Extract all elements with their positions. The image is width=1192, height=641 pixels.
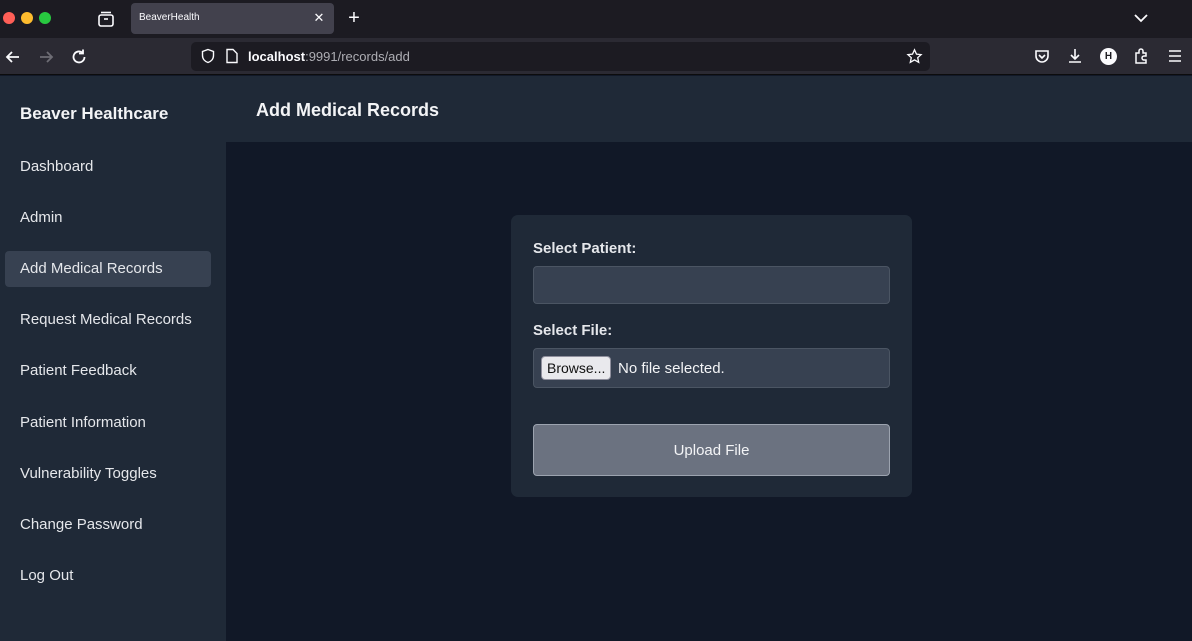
sidebar-item-label: Log Out [20,567,74,584]
sidebar-item-label: Add Medical Records [20,260,163,277]
sidebar-item-label: Patient Information [20,414,146,431]
page-title: Add Medical Records [256,100,440,120]
shield-icon[interactable] [200,48,216,64]
sidebar-item-admin[interactable]: Admin [5,200,211,236]
browser-tab[interactable]: BeaverHealth ✕ [131,3,334,34]
browse-button[interactable]: Browse... [541,356,612,380]
sidebar-item-vulnerability-toggles[interactable]: Vulnerability Toggles [5,456,211,492]
sidebar-item-label: Vulnerability Toggles [20,465,157,482]
browser-nav-bar: localhost:9991/records/add H [0,38,1192,75]
close-tab-icon[interactable]: ✕ [310,9,328,27]
chevron-down-icon[interactable] [1132,9,1150,27]
sidebar-item-label: Change Password [20,516,143,533]
sidebar-item-change-password[interactable]: Change Password [5,507,211,543]
url-text: localhost:9991/records/add [248,49,410,64]
tab-groups-icon[interactable] [96,9,116,29]
upload-button-label: Upload File [673,442,750,459]
page-info-icon[interactable] [225,48,239,64]
sidebar-item-request-medical-records[interactable]: Request Medical Records [5,302,211,338]
sidebar: Beaver Healthcare Dashboard Admin Add Me… [0,76,226,641]
brand-title: Beaver Healthcare [20,104,169,123]
upload-form-card: Select Patient: Select File: Browse... N… [511,215,912,497]
browser-tab-strip: BeaverHealth ✕ + [0,0,1192,38]
bookmark-star-icon[interactable] [906,48,923,65]
select-patient-label: Select Patient: [533,240,637,257]
file-status-text: No file selected. [618,360,725,377]
minimize-window-button[interactable] [21,12,33,24]
sidebar-item-label: Admin [20,209,63,226]
page-header: Add Medical Records [226,76,1192,142]
sidebar-item-add-medical-records[interactable]: Add Medical Records [5,251,211,287]
extensions-puzzle-icon[interactable] [1132,46,1152,66]
forward-arrow-icon[interactable] [35,46,57,68]
url-path: :9991/records/add [305,49,410,64]
sidebar-item-label: Request Medical Records [20,311,192,328]
sidebar-item-log-out[interactable]: Log Out [5,558,211,594]
patient-select[interactable] [533,266,890,304]
address-bar[interactable]: localhost:9991/records/add [191,42,930,71]
close-window-button[interactable] [3,12,15,24]
select-file-label: Select File: [533,322,613,339]
sidebar-item-patient-feedback[interactable]: Patient Feedback [5,353,211,389]
file-input[interactable]: Browse... No file selected. [533,348,890,388]
sidebar-item-patient-information[interactable]: Patient Information [5,405,211,441]
sidebar-item-label: Patient Feedback [20,362,137,379]
back-arrow-icon[interactable] [2,46,24,68]
url-host: localhost [248,49,306,64]
reload-icon[interactable] [68,46,90,68]
zoom-window-button[interactable] [39,12,51,24]
sidebar-item-label: Dashboard [20,158,94,175]
profile-avatar[interactable]: H [1100,48,1117,65]
hamburger-menu-icon[interactable] [1165,46,1185,66]
upload-file-button[interactable]: Upload File [533,424,890,476]
download-icon[interactable] [1065,46,1085,66]
tab-title: BeaverHealth [139,12,200,23]
pocket-icon[interactable] [1032,46,1052,66]
new-tab-button[interactable]: + [343,8,365,30]
sidebar-item-dashboard[interactable]: Dashboard [5,149,211,185]
